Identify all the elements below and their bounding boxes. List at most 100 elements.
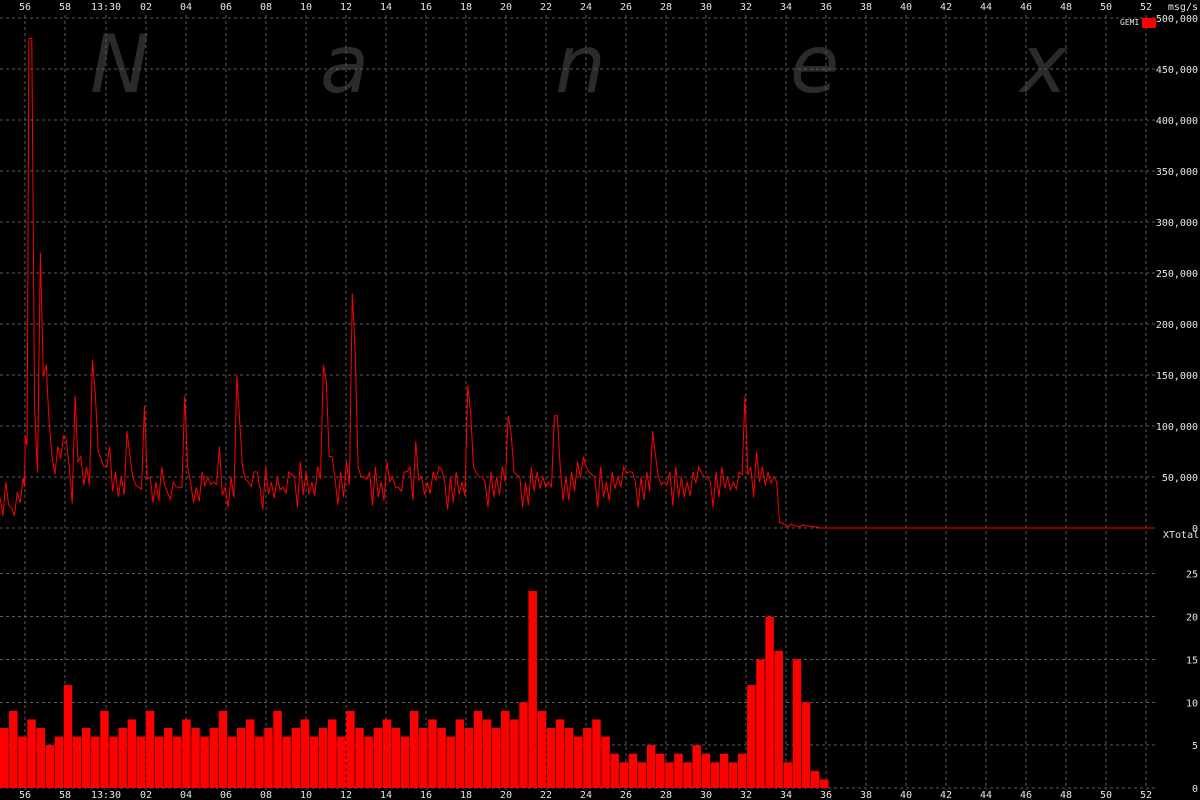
bottom-bar-1 [9,710,18,788]
bottom-x-tick-7: 10 [300,790,312,800]
bottom-bar-79 [719,753,729,788]
legend-swatch-gemi [1142,18,1156,28]
bottom-y-tick-3: 15 [1186,655,1198,666]
bottom-bar-37 [337,736,346,788]
bottom-x-tick-20: 36 [820,790,832,800]
bottom-bar-73 [665,762,674,788]
bottom-bar-67 [610,753,619,788]
top-x-tick-2: 13:30 [91,2,121,13]
bottom-bar-12 [109,736,118,788]
bottom-bar-18 [164,728,173,788]
bottom-bar-44 [400,736,410,788]
bottom-x-tick-13: 22 [540,790,552,800]
top-x-tick-11: 18 [460,2,472,13]
watermark-letter-2: n [555,18,606,111]
legend: GEMI [1120,18,1156,28]
bottom-bar-7 [63,685,73,788]
bottom-bar-16 [145,710,155,788]
top-x-tick-18: 32 [740,2,752,13]
top-y-tick-2: 100,000 [1156,422,1198,433]
watermark-letter-0: N [90,18,150,111]
bottom-bar-74 [674,753,683,788]
top-series-line [0,37,1155,529]
bottom-bar-86 [783,762,793,788]
top-x-tick-27: 50 [1100,2,1112,13]
bottom-x-tick-3: 02 [140,790,152,800]
top-x-tick-3: 02 [140,2,152,13]
bottom-x-tick-24: 44 [980,790,992,800]
bottom-x-tick-1: 58 [59,790,71,800]
bottom-bar-76 [692,745,701,788]
top-y-tick-3: 150,000 [1156,371,1198,382]
bottom-bar-64 [583,728,592,788]
bottom-bar-89 [810,770,820,788]
bottom-x-tick-22: 40 [900,790,912,800]
bottom-x-tick-5: 06 [220,790,232,800]
bottom-bar-41 [373,728,383,788]
bottom-bar-55 [501,710,510,788]
bottom-bar-63 [574,736,583,788]
bottom-x-tick-10: 16 [420,790,432,800]
bottom-bar-66 [601,736,610,788]
bottom-bar-22 [200,736,209,788]
bottom-bar-5 [45,745,55,788]
bottom-bar-48 [437,728,446,788]
panel-label-xtotal: XTotal [1163,530,1199,541]
bottom-x-tick-12: 20 [500,790,512,800]
bottom-bar-40 [364,736,373,788]
top-x-tick-5: 06 [220,2,232,13]
bottom-bar-39 [355,728,364,788]
bottom-bar-57 [519,702,528,788]
bottom-bar-49 [446,736,455,788]
bottom-bar-38 [346,710,355,788]
top-x-tick-14: 24 [580,2,592,13]
bottom-bar-90 [820,779,829,788]
bottom-y-tick-labels: 0 5 10 15 20 25 [1186,570,1198,795]
bottom-y-tick-1: 5 [1192,741,1198,752]
bottom-bar-58 [528,590,537,788]
bottom-bar-82 [747,685,756,788]
bottom-x-tick-6: 08 [260,790,272,800]
top-x-tick-1: 58 [59,2,71,13]
bottom-bar-84 [765,616,774,788]
bottom-bar-75 [683,762,692,788]
bottom-bar-45 [410,710,419,788]
bottom-x-tick-26: 48 [1060,790,1072,800]
bottom-bar-2 [18,736,27,788]
top-x-tick-6: 08 [260,2,272,13]
nanex-chart: Na n e x 0 50,000 100,000 150,000 200,000 250,00… [0,2,1199,800]
bottom-bar-81 [738,753,747,788]
bottom-bar-23 [209,728,219,788]
bottom-bar-8 [72,736,82,788]
bottom-bar-14 [127,719,137,788]
bottom-bar-13 [118,728,127,788]
top-y-tick-5: 250,000 [1156,269,1198,280]
bottom-x-tick-9: 14 [380,790,392,800]
bottom-bar-54 [492,728,501,788]
bottom-bar-28 [255,736,264,788]
bottom-x-tick-25: 46 [1020,790,1032,800]
top-x-tick-28: 52 [1140,2,1152,13]
watermark: Na n e x [90,18,1069,111]
top-x-tick-25: 46 [1020,2,1032,13]
bottom-bar-62 [564,728,574,788]
bottom-bar-4 [36,728,45,788]
bottom-x-tick-4: 04 [180,790,192,800]
top-y-tick-1: 50,000 [1162,473,1198,484]
top-x-tick-22: 40 [900,2,912,13]
top-x-tick-23: 42 [940,2,952,13]
bottom-bar-30 [273,710,282,788]
bottom-x-tick-11: 18 [460,790,472,800]
bottom-y-tick-5: 25 [1186,570,1198,581]
bottom-bar-32 [291,728,301,788]
bottom-bar-25 [227,736,237,788]
bottom-x-tick-0: 56 [19,790,31,800]
top-x-tick-8: 12 [340,2,352,13]
top-y-tick-6: 300,000 [1156,218,1198,229]
bottom-bar-77 [701,753,711,788]
bottom-bar-56 [510,719,519,788]
bottom-bar-46 [419,728,428,788]
bottom-bar-69 [628,753,638,788]
bottom-bar-15 [136,736,146,788]
bottom-bar-36 [328,719,337,788]
